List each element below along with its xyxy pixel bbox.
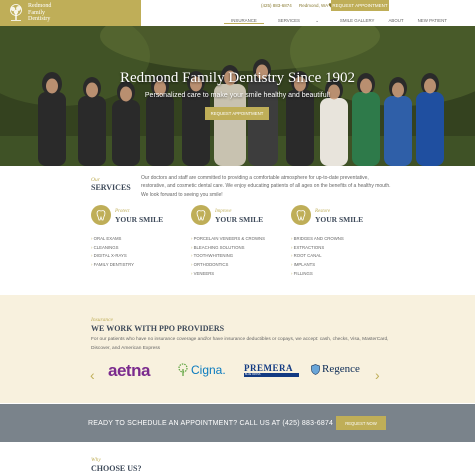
- list-item[interactable]: IMPLANTS: [291, 261, 344, 270]
- logo-text: Redmond Family Dentistry: [28, 3, 51, 23]
- regence-text: Regence: [322, 363, 360, 375]
- service-title: YOUR SMILE: [315, 215, 364, 224]
- tooth-icon: [291, 205, 311, 225]
- insurance-title: WE WORK WITH PPO PROVIDERS: [91, 324, 225, 333]
- nav-services-label: SERVICES: [277, 18, 300, 23]
- tooth-icon: [191, 205, 211, 225]
- cigna-text: Cigna.: [191, 363, 226, 377]
- premera-subtext: BLUE CROSS: [244, 373, 299, 377]
- nav-new-patient[interactable]: NEW PATIENT: [411, 15, 454, 24]
- nav-insurance[interactable]: INSURANCE: [224, 15, 264, 24]
- insurance-section: Insurance WE WORK WITH PPO PROVIDERS For…: [0, 295, 475, 403]
- hero-subtitle: Personalized care to make your smile hea…: [144, 92, 331, 99]
- services-description: Our doctors and staff are committed to p…: [141, 175, 391, 198]
- service-list: ORAL EXAMS CLEANINGS DIGITAL X-RAYS FAMI…: [91, 235, 134, 270]
- cta-text: READY TO SCHEDULE AN APPOINTMENT? CALL U…: [88, 420, 334, 427]
- nav-smile-gallery[interactable]: SMILE GALLERY: [333, 15, 382, 24]
- list-item[interactable]: ORTHODONTICS: [191, 261, 265, 270]
- logo[interactable]: Redmond Family Dentistry: [0, 0, 141, 26]
- hero-banner: Redmond Family Dentistry Since 1902 Pers…: [0, 26, 475, 166]
- list-item[interactable]: FAMILY DENTISTRY: [91, 261, 134, 270]
- regence-logo: Regence: [311, 363, 360, 375]
- services-title: SERVICES: [91, 183, 131, 192]
- list-item[interactable]: VENEERS: [191, 270, 265, 279]
- list-item[interactable]: FILLINGS: [291, 270, 344, 279]
- header-phone[interactable]: (425) 883-6874: [261, 3, 292, 8]
- service-title: YOUR SMILE: [115, 215, 164, 224]
- location-text: Redmond, WA: [299, 3, 328, 8]
- hero-title: Redmond Family Dentistry Since 1902: [120, 70, 355, 86]
- list-item[interactable]: EXTRACTIONS: [291, 244, 344, 253]
- hero-request-button[interactable]: REQUEST APPOINTMENT: [205, 107, 269, 120]
- nav-services[interactable]: SERVICES ⌄: [264, 15, 333, 24]
- insurance-description: For our patients who have no insurance c…: [91, 337, 389, 351]
- logo-line-1: Redmond: [28, 3, 52, 10]
- carousel-prev-icon[interactable]: ‹: [90, 367, 95, 383]
- request-now-button[interactable]: REQUEST NOW: [336, 416, 386, 430]
- list-item[interactable]: CLEANINGS: [91, 244, 134, 253]
- nav-about[interactable]: ABOUT: [381, 15, 410, 24]
- list-item[interactable]: DIGITAL X-RAYS: [91, 252, 134, 261]
- service-sup: Improve: [215, 209, 232, 214]
- service-sup: Protect: [115, 209, 130, 214]
- cta-bar: READY TO SCHEDULE AN APPOINTMENT? CALL U…: [0, 404, 475, 442]
- tooth-icon: [91, 205, 111, 225]
- shield-icon: [311, 363, 320, 375]
- main-nav: INSURANCE SERVICES ⌄ SMILE GALLERY ABOUT…: [224, 15, 454, 24]
- service-sup: Restore: [315, 209, 331, 214]
- request-appointment-button[interactable]: REQUEST APPOINTMENT: [331, 0, 389, 11]
- premera-logo: PREMERA BLUE CROSS: [244, 363, 299, 377]
- tree-icon: [10, 4, 22, 21]
- aetna-logo: aetna: [108, 361, 150, 380]
- why-sup: Why: [91, 457, 101, 463]
- list-item[interactable]: TOOTHWHITENING: [191, 252, 265, 261]
- list-item[interactable]: PORCELAIN VENEERS & CROWNS: [191, 235, 265, 244]
- services-heading: Our SERVICES: [91, 177, 131, 192]
- header-location[interactable]: Redmond, WA: [299, 2, 334, 8]
- chevron-down-icon: ⌄: [315, 18, 319, 23]
- service-list: BRIDGES AND CROWNS EXTRACTIONS ROOT CANA…: [291, 235, 344, 279]
- premera-text: PREMERA: [244, 363, 293, 373]
- header: Redmond Family Dentistry (425) 883-6874 …: [0, 0, 475, 26]
- insurance-sup: Insurance: [91, 317, 113, 323]
- cigna-logo: Cigna.: [177, 363, 226, 377]
- list-item[interactable]: BLEACHING SOLUTIONS: [191, 244, 265, 253]
- list-item[interactable]: BRIDGES AND CROWNS: [291, 235, 344, 244]
- list-item[interactable]: ORAL EXAMS: [91, 235, 134, 244]
- cigna-tree-icon: [178, 363, 188, 376]
- carousel-next-icon[interactable]: ›: [375, 367, 380, 383]
- why-title: CHOOSE US?: [91, 464, 142, 473]
- list-item[interactable]: ROOT CANAL: [291, 252, 344, 261]
- service-list: PORCELAIN VENEERS & CROWNS BLEACHING SOL…: [191, 235, 265, 279]
- logo-line-3: Dentistry: [28, 16, 51, 23]
- service-title: YOUR SMILE: [215, 215, 264, 224]
